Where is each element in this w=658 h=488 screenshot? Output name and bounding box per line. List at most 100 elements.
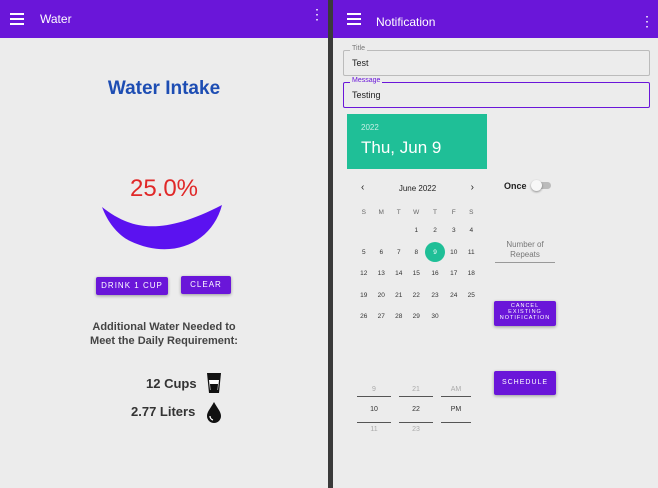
- repeats-placeholder-1: Number of: [506, 240, 544, 249]
- cancel-notification-button[interactable]: CANCEL EXISTING NOTIFICATION: [494, 301, 556, 326]
- requirement-line-1: Additional Water Needed to: [92, 321, 236, 333]
- menu-icon[interactable]: [10, 13, 24, 25]
- calendar-day[interactable]: 3: [445, 220, 463, 242]
- calendar-day[interactable]: 1: [408, 220, 426, 242]
- ampm-current: PM: [450, 406, 462, 413]
- divider: [357, 422, 391, 423]
- calendar-day[interactable]: 24: [445, 285, 463, 307]
- app-bar: Notification ⋮: [333, 0, 658, 38]
- minute-prev: 21: [412, 386, 420, 393]
- requirement-line-2: Meet the Daily Requirement:: [90, 335, 238, 347]
- calendar-blank: [373, 220, 391, 242]
- message-field-label: Message: [350, 77, 383, 84]
- repeats-placeholder-2: Repeats: [510, 250, 540, 259]
- calendar-day[interactable]: 18: [463, 263, 481, 285]
- calendar-day[interactable]: 13: [373, 263, 391, 285]
- notification-screen: Notification ⋮ Title Test Message Testin…: [333, 0, 658, 488]
- weekday-header: S: [469, 208, 474, 216]
- calendar-day[interactable]: 25: [463, 285, 481, 307]
- chevron-right-icon[interactable]: ›: [471, 182, 474, 193]
- menu-icon[interactable]: [347, 13, 361, 25]
- selected-year[interactable]: 2022: [361, 123, 379, 132]
- calendar-nav: ‹ June 2022 ›: [355, 180, 480, 196]
- app-title: Water: [40, 12, 72, 26]
- calendar-day[interactable]: 22: [408, 285, 426, 307]
- water-drop-icon: [207, 402, 221, 423]
- calendar-day[interactable]: 12: [355, 263, 373, 285]
- calendar-day[interactable]: 4: [463, 220, 481, 242]
- minute-next: 23: [412, 426, 420, 433]
- calendar-blank: [355, 220, 373, 242]
- repeats-input[interactable]: Number of Repeats: [495, 240, 555, 263]
- cancel-line-3: NOTIFICATION: [499, 315, 551, 321]
- ampm-prev: AM: [450, 386, 462, 393]
- schedule-button[interactable]: SCHEDULE: [494, 371, 556, 395]
- calendar-day[interactable]: 16: [425, 263, 445, 285]
- title-field[interactable]: Title Test: [343, 45, 650, 76]
- title-field-value: Test: [352, 58, 369, 68]
- app-title: Notification: [376, 15, 436, 29]
- calendar-day[interactable]: 2: [425, 220, 445, 242]
- date-picker-header: 2022 Thu, Jun 9: [347, 114, 487, 169]
- liters-needed: 2.77 Liters: [131, 404, 196, 419]
- calendar-day[interactable]: 17: [445, 263, 463, 285]
- page-title: Water Intake: [107, 78, 221, 99]
- calendar-day[interactable]: 10: [445, 242, 463, 264]
- minute-current: 22: [412, 406, 420, 413]
- weekday-header: F: [451, 208, 456, 216]
- divider: [357, 396, 391, 397]
- weekday-header: T: [433, 208, 437, 216]
- clear-button[interactable]: CLEAR: [181, 276, 231, 294]
- calendar-day[interactable]: 29: [408, 306, 426, 328]
- calendar-grid: S M T W T F S 1 2 3 4 5 6 7 8 9 10 11 12 13 14 15 16 17 18 19 20 21…: [355, 204, 480, 328]
- calendar-month: June 2022: [398, 184, 437, 193]
- calendar-blank: [390, 220, 408, 242]
- message-field-value: Testing: [352, 90, 381, 100]
- once-label: Once: [504, 181, 527, 191]
- once-toggle[interactable]: [531, 180, 553, 191]
- calendar-day[interactable]: 26: [355, 306, 373, 328]
- cups-needed: 12 Cups: [146, 376, 197, 391]
- hour-prev: 9: [372, 386, 376, 393]
- divider: [399, 422, 433, 423]
- title-field-label: Title: [350, 45, 367, 52]
- weekday-header: T: [396, 208, 401, 216]
- calendar-day[interactable]: 21: [390, 285, 408, 307]
- calendar-day[interactable]: 14: [390, 263, 408, 285]
- water-glass-icon: [207, 373, 221, 393]
- drink-cup-button[interactable]: DRINK 1 CUP: [96, 277, 168, 295]
- hour-picker[interactable]: 9 10 11: [357, 386, 391, 433]
- message-field[interactable]: Message Testing: [343, 77, 650, 108]
- divider: [441, 396, 471, 397]
- calendar-day-selected[interactable]: 9: [425, 242, 445, 263]
- more-vert-icon[interactable]: ⋮: [310, 7, 324, 21]
- app-bar: Water ⋮: [0, 0, 328, 38]
- calendar-day[interactable]: 8: [408, 242, 426, 264]
- calendar-day[interactable]: 5: [355, 242, 373, 264]
- water-fill-shape: [102, 205, 222, 250]
- calendar-day[interactable]: 7: [390, 242, 408, 264]
- calendar-day[interactable]: 30: [425, 306, 445, 328]
- weekday-header: S: [361, 208, 366, 216]
- calendar-day[interactable]: 28: [390, 306, 408, 328]
- hour-current: 10: [370, 406, 378, 413]
- calendar-day[interactable]: 6: [373, 242, 391, 264]
- ampm-picker[interactable]: AM PM: [441, 386, 471, 426]
- more-vert-icon[interactable]: ⋮: [640, 14, 654, 28]
- weekday-header: M: [378, 208, 384, 216]
- calendar-day[interactable]: 20: [373, 285, 391, 307]
- divider: [441, 422, 471, 423]
- toggle-thumb: [531, 180, 542, 191]
- calendar-day[interactable]: 27: [373, 306, 391, 328]
- calendar-day[interactable]: 23: [425, 285, 445, 307]
- water-screen: Water ⋮ Water Intake 25.0% DRINK 1 CUP C…: [0, 0, 328, 488]
- selected-date: Thu, Jun 9: [361, 138, 442, 157]
- divider: [399, 396, 433, 397]
- calendar-day[interactable]: 15: [408, 263, 426, 285]
- weekday-header: W: [413, 208, 420, 216]
- calendar-day[interactable]: 19: [355, 285, 373, 307]
- minute-picker[interactable]: 21 22 23: [399, 386, 433, 433]
- water-level-graphic: [102, 205, 222, 250]
- intake-percent: 25.0%: [129, 175, 199, 202]
- calendar-day[interactable]: 11: [463, 242, 481, 264]
